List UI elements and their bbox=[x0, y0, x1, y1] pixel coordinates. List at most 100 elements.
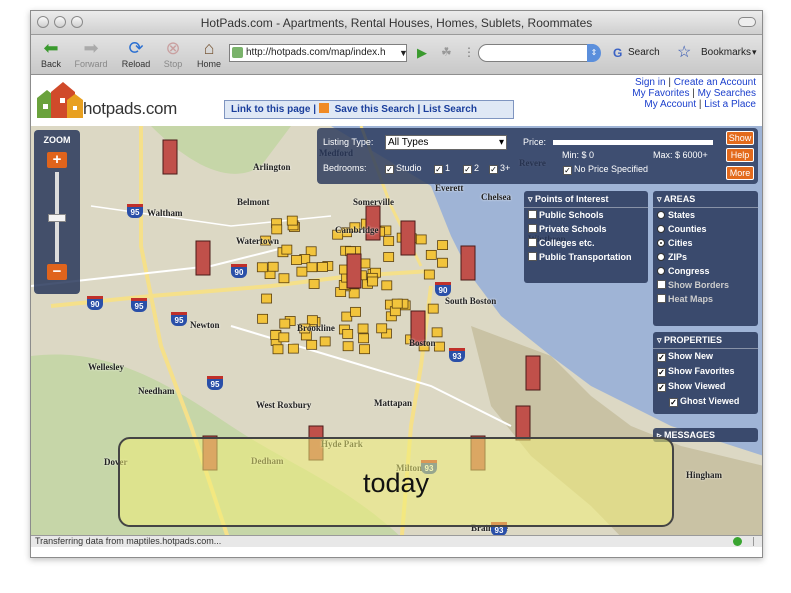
search-label[interactable]: Search bbox=[628, 47, 660, 58]
price-slider[interactable] bbox=[553, 140, 713, 145]
listing-marker-icon[interactable] bbox=[367, 276, 379, 287]
map-area[interactable]: MedfordRevereArlingtonEverettChelseaSome… bbox=[31, 126, 762, 547]
listing-marker-icon[interactable] bbox=[423, 269, 435, 280]
area-congress[interactable]: Congress bbox=[653, 264, 758, 278]
home-button[interactable]: ⌂ Home bbox=[189, 37, 229, 69]
go-icon[interactable]: ▶ bbox=[417, 45, 431, 60]
listing-marker-icon[interactable] bbox=[287, 343, 299, 354]
building-marker-icon[interactable] bbox=[460, 245, 476, 281]
area-zips[interactable]: ZIPs bbox=[653, 250, 758, 264]
show-favorites-option[interactable]: ✓ Show Favorites bbox=[653, 364, 758, 379]
listing-marker-icon[interactable] bbox=[376, 323, 388, 334]
save-search-link[interactable]: Save this Search bbox=[335, 104, 415, 115]
bedroom-2[interactable]: ✓ 2 bbox=[463, 163, 479, 174]
bedroom-studio[interactable]: ✓ Studio bbox=[385, 163, 422, 174]
listing-marker-icon[interactable] bbox=[431, 327, 443, 338]
bookmark-star-icon[interactable]: ☆ bbox=[677, 42, 691, 62]
search-input[interactable] bbox=[478, 44, 600, 62]
listing-marker-icon[interactable] bbox=[342, 341, 354, 352]
show-borders-option[interactable]: Show Borders bbox=[653, 278, 758, 292]
zoom-out-button[interactable]: − bbox=[47, 264, 67, 280]
bookmarks-arrow-icon[interactable]: ▾ bbox=[752, 47, 757, 58]
show-viewed-option[interactable]: ✓ Show Viewed bbox=[653, 379, 758, 394]
bedroom-3plus[interactable]: ✓ 3+ bbox=[489, 163, 510, 174]
help-button[interactable]: Help bbox=[726, 148, 754, 162]
ghost-viewed-option[interactable]: ✓ Ghost Viewed bbox=[653, 394, 758, 409]
properties-header[interactable]: ▿ PROPERTIES bbox=[653, 332, 758, 349]
area-counties[interactable]: Counties bbox=[653, 222, 758, 236]
listing-marker-icon[interactable] bbox=[308, 279, 320, 289]
url-dropdown-icon[interactable]: ▼ bbox=[399, 44, 411, 62]
poi-transportation[interactable]: Public Transportation bbox=[524, 250, 648, 264]
stop-button[interactable]: ⊗ Stop bbox=[153, 37, 193, 69]
listing-marker-icon[interactable] bbox=[306, 339, 318, 350]
sign-in-link[interactable]: Sign in bbox=[635, 77, 666, 88]
zoom-in-button[interactable]: + bbox=[47, 152, 67, 168]
listing-marker-icon[interactable] bbox=[415, 234, 427, 245]
poi-private-schools[interactable]: Private Schools bbox=[524, 222, 648, 236]
hotpads-logo[interactable]: hotpads.com bbox=[31, 78, 177, 124]
listing-marker-icon[interactable] bbox=[267, 261, 279, 272]
listing-marker-icon[interactable] bbox=[261, 293, 273, 304]
listing-marker-icon[interactable] bbox=[437, 240, 448, 250]
building-marker-icon[interactable] bbox=[162, 139, 178, 175]
listing-type-select[interactable]: All Types bbox=[385, 135, 507, 150]
listing-marker-icon[interactable] bbox=[279, 318, 291, 329]
bedroom-1[interactable]: ✓ 1 bbox=[434, 163, 450, 174]
listing-marker-icon[interactable] bbox=[317, 262, 328, 272]
snapback-icon[interactable]: ☘ bbox=[441, 45, 452, 59]
favorites-link[interactable]: My Favorites bbox=[632, 88, 689, 99]
building-marker-icon[interactable] bbox=[515, 405, 531, 441]
toolbar-toggle-icon[interactable] bbox=[738, 17, 756, 27]
listing-marker-icon[interactable] bbox=[278, 332, 290, 343]
listing-marker-icon[interactable] bbox=[296, 266, 308, 277]
areas-header[interactable]: ▿ AREAS bbox=[653, 191, 758, 208]
listing-marker-icon[interactable] bbox=[383, 252, 395, 262]
listing-marker-icon[interactable] bbox=[383, 236, 395, 246]
listing-marker-icon[interactable] bbox=[306, 262, 318, 273]
more-button[interactable]: More bbox=[726, 166, 754, 180]
bookmarks-menu[interactable]: Bookmarks bbox=[701, 47, 751, 58]
listing-marker-icon[interactable] bbox=[381, 280, 393, 291]
building-marker-icon[interactable] bbox=[346, 253, 362, 289]
listing-marker-icon[interactable] bbox=[358, 333, 369, 344]
listing-marker-icon[interactable] bbox=[272, 344, 284, 355]
poi-header[interactable]: ▿ Points of Interest bbox=[524, 191, 648, 208]
show-button[interactable]: Show bbox=[726, 131, 754, 145]
building-marker-icon[interactable] bbox=[400, 220, 416, 256]
building-marker-icon[interactable] bbox=[525, 355, 541, 391]
zoom-slider-thumb[interactable] bbox=[48, 214, 66, 222]
listing-marker-icon[interactable] bbox=[256, 262, 268, 273]
url-field[interactable]: http://hotpads.com/map/index.h bbox=[229, 44, 407, 62]
searches-link[interactable]: My Searches bbox=[698, 88, 756, 99]
listing-marker-icon[interactable] bbox=[437, 257, 448, 268]
building-marker-icon[interactable] bbox=[195, 240, 211, 276]
listing-marker-icon[interactable] bbox=[427, 303, 439, 314]
listing-marker-icon[interactable] bbox=[278, 273, 290, 284]
no-price-option[interactable]: ✓ No Price Specified bbox=[563, 164, 648, 175]
listing-marker-icon[interactable] bbox=[359, 344, 370, 355]
listing-marker-icon[interactable] bbox=[257, 313, 269, 324]
heat-maps-option[interactable]: Heat Maps bbox=[653, 292, 758, 306]
poi-colleges[interactable]: Colleges etc. bbox=[524, 236, 648, 250]
listing-marker-icon[interactable] bbox=[281, 244, 293, 255]
listing-marker-icon[interactable] bbox=[357, 323, 369, 334]
show-new-option[interactable]: ✓ Show New bbox=[653, 349, 758, 364]
back-button[interactable]: ⬅ Back bbox=[31, 37, 71, 69]
my-account-link[interactable]: My Account bbox=[644, 99, 696, 110]
listing-marker-icon[interactable] bbox=[342, 329, 354, 339]
create-account-link[interactable]: Create an Account bbox=[674, 77, 756, 88]
forward-button[interactable]: ➡ Forward bbox=[71, 37, 111, 69]
resize-grip-icon[interactable] bbox=[753, 537, 762, 546]
rss-icon[interactable] bbox=[318, 103, 329, 113]
listing-marker-icon[interactable] bbox=[286, 215, 298, 226]
listing-marker-icon[interactable] bbox=[425, 249, 437, 260]
area-states[interactable]: States bbox=[653, 208, 758, 222]
listing-marker-icon[interactable] bbox=[291, 255, 302, 265]
list-search-link[interactable]: List Search bbox=[423, 104, 477, 115]
listing-marker-icon[interactable] bbox=[391, 298, 403, 309]
list-place-link[interactable]: List a Place bbox=[704, 99, 756, 110]
listing-marker-icon[interactable] bbox=[271, 224, 283, 235]
reload-button[interactable]: ⟳ Reload bbox=[116, 37, 156, 69]
poi-public-schools[interactable]: Public Schools bbox=[524, 208, 648, 222]
